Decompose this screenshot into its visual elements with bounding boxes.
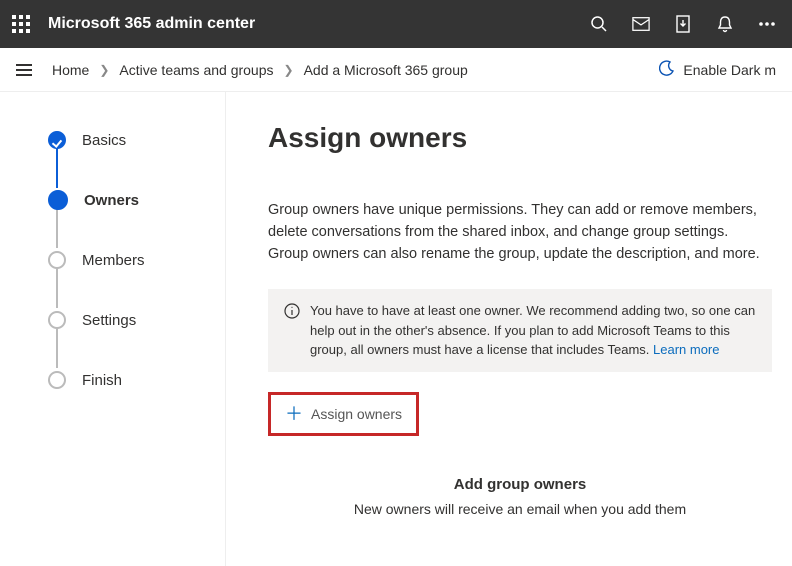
wizard-step-owners[interactable]: Owners	[48, 188, 225, 212]
step-bullet-icon	[48, 371, 66, 389]
step-bullet-icon	[48, 190, 68, 210]
info-banner: You have to have at least one owner. We …	[268, 289, 772, 372]
step-label: Members	[82, 252, 145, 269]
chevron-right-icon: ❯	[99, 63, 109, 77]
bell-icon[interactable]	[716, 15, 734, 33]
learn-more-link[interactable]: Learn more	[653, 342, 719, 357]
wizard-step-finish[interactable]: Finish	[48, 368, 225, 392]
step-connector	[56, 206, 58, 248]
step-label: Basics	[82, 132, 126, 149]
breadcrumb-teams[interactable]: Active teams and groups	[119, 62, 273, 78]
chevron-right-icon: ❯	[284, 63, 294, 77]
breadcrumb-add-group[interactable]: Add a Microsoft 365 group	[304, 62, 468, 78]
info-text-wrap: You have to have at least one owner. We …	[310, 301, 756, 360]
wizard-step-settings[interactable]: Settings	[48, 308, 225, 332]
step-connector	[56, 266, 58, 308]
step-bullet-icon	[48, 251, 66, 269]
wizard-step-basics[interactable]: Basics	[48, 128, 225, 152]
wizard-step-members[interactable]: Members	[48, 248, 225, 272]
breadcrumb-home[interactable]: Home	[52, 62, 89, 78]
page-layout: Basics Owners Members Settings Finish	[0, 92, 792, 566]
wizard-steps: Basics Owners Members Settings Finish	[48, 128, 225, 392]
top-bar-actions	[590, 15, 776, 33]
plus-icon: ＋	[285, 405, 303, 423]
menu-toggle-icon[interactable]	[16, 64, 32, 76]
main-content: Assign owners Group owners have unique p…	[226, 92, 792, 566]
top-app-bar: Microsoft 365 admin center	[0, 0, 792, 48]
step-connector	[56, 146, 58, 188]
step-connector	[56, 326, 58, 368]
add-owners-subtitle: New owners will receive an email when yo…	[268, 501, 772, 517]
dark-mode-toggle[interactable]: Enable Dark m	[659, 60, 776, 79]
page-heading: Assign owners	[268, 122, 772, 154]
page-description: Group owners have unique permissions. Th…	[268, 200, 772, 265]
step-bullet-icon	[48, 131, 66, 149]
info-icon	[284, 303, 300, 360]
step-label: Owners	[84, 192, 139, 209]
wizard-sidebar: Basics Owners Members Settings Finish	[0, 92, 226, 566]
breadcrumb: Home ❯ Active teams and groups ❯ Add a M…	[52, 62, 659, 78]
add-owners-title: Add group owners	[268, 476, 772, 493]
assign-owners-button[interactable]: ＋ Assign owners	[268, 392, 419, 436]
assign-owners-label: Assign owners	[311, 406, 402, 422]
app-title: Microsoft 365 admin center	[48, 15, 590, 33]
step-bullet-icon	[48, 311, 66, 329]
step-label: Finish	[82, 372, 122, 389]
more-icon[interactable]	[758, 15, 776, 33]
app-launcher-icon[interactable]	[12, 15, 30, 33]
step-label: Settings	[82, 312, 136, 329]
install-icon[interactable]	[674, 15, 692, 33]
moon-icon	[659, 60, 675, 79]
dark-mode-label: Enable Dark m	[683, 62, 776, 78]
mail-icon[interactable]	[632, 15, 650, 33]
breadcrumb-bar: Home ❯ Active teams and groups ❯ Add a M…	[0, 48, 792, 92]
search-icon[interactable]	[590, 15, 608, 33]
